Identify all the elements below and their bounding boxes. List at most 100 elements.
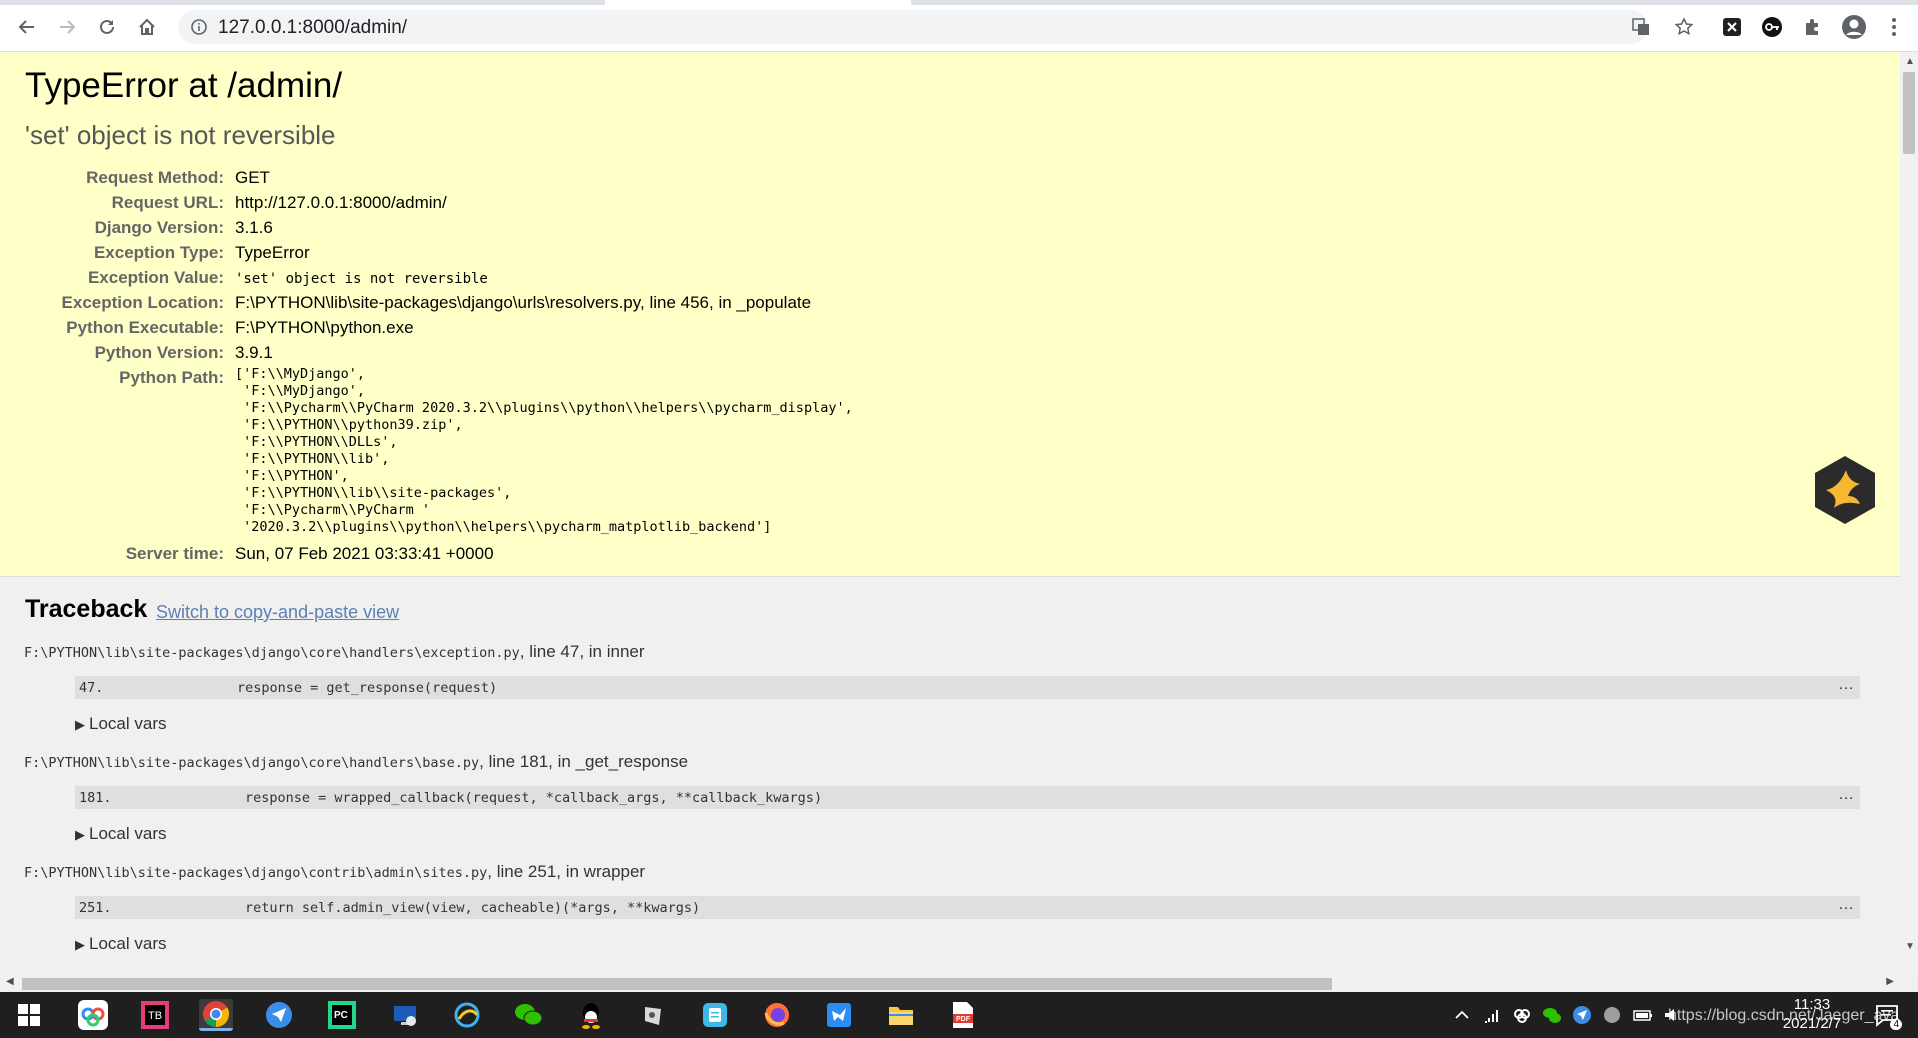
local-vars-label: Local vars bbox=[89, 824, 167, 843]
horizontal-scrollbar[interactable]: ◀ ▶ bbox=[0, 974, 1900, 992]
translate-icon[interactable] bbox=[1631, 17, 1651, 42]
app-icon[interactable] bbox=[636, 999, 670, 1031]
frame-file: F:\PYTHON\lib\site-packages\django\core\… bbox=[24, 642, 645, 662]
frame-path: F:\PYTHON\lib\site-packages\django\contr… bbox=[24, 865, 488, 881]
local-vars-toggle[interactable]: ▶ Local vars bbox=[75, 714, 166, 734]
line-number: 251. bbox=[79, 900, 112, 916]
address-bar[interactable]: 127.0.0.1:8000/admin/ bbox=[178, 10, 1651, 44]
wechat-icon[interactable] bbox=[512, 999, 546, 1031]
meta-key: Python Version: bbox=[94, 343, 224, 362]
back-icon[interactable] bbox=[13, 13, 41, 41]
extensions-puzzle-icon[interactable] bbox=[1798, 13, 1826, 41]
meta-row: Python Path: ['F:\\MyDjango', 'F:\\MyDja… bbox=[0, 366, 1000, 541]
local-vars-label: Local vars bbox=[89, 934, 167, 953]
qq-icon[interactable] bbox=[574, 999, 608, 1031]
reload-icon[interactable] bbox=[93, 13, 121, 41]
meta-key: Request URL: bbox=[111, 193, 224, 212]
wifi-icon[interactable] bbox=[1482, 1005, 1502, 1025]
meta-row: Server time: Sun, 07 Feb 2021 03:33:41 +… bbox=[0, 542, 1000, 567]
svg-text:PC: PC bbox=[334, 1010, 348, 1021]
browser-360-icon[interactable] bbox=[450, 999, 484, 1031]
switch-view-link[interactable]: Switch to copy-and-paste view bbox=[156, 602, 399, 623]
expand-context-icon[interactable]: … bbox=[1838, 896, 1854, 914]
firefox-icon[interactable] bbox=[760, 999, 794, 1031]
frame-location: , line 181, in _get_response bbox=[479, 752, 689, 771]
vertical-scrollbar[interactable]: ▲ ▼ bbox=[1900, 52, 1918, 974]
app-note-icon[interactable] bbox=[698, 999, 732, 1031]
menu-dots-icon[interactable] bbox=[1880, 13, 1908, 41]
tray-wechat-icon[interactable] bbox=[1542, 1005, 1562, 1025]
remote-desktop-icon[interactable] bbox=[388, 999, 422, 1031]
line-number: 181. bbox=[79, 790, 112, 806]
site-info-icon[interactable] bbox=[190, 18, 208, 41]
pdf-icon[interactable]: PDF bbox=[946, 999, 980, 1031]
scroll-right-icon[interactable]: ▶ bbox=[1886, 976, 1894, 987]
extension-key-icon[interactable] bbox=[1758, 13, 1786, 41]
page-title: TypeError at /admin/ bbox=[25, 66, 343, 105]
meta-value: GET bbox=[235, 168, 270, 187]
meta-key: Django Version: bbox=[94, 218, 224, 237]
context-line[interactable]: 251. return self.admin_view(view, cachea… bbox=[75, 896, 1860, 919]
scroll-up-icon[interactable]: ▲ bbox=[1905, 56, 1915, 67]
tab-strip bbox=[0, 0, 1918, 5]
frame-path: F:\PYTHON\lib\site-packages\django\core\… bbox=[24, 645, 520, 661]
meta-value: TypeError bbox=[235, 243, 310, 262]
local-vars-label: Local vars bbox=[89, 714, 167, 733]
tray-netdisk-icon[interactable] bbox=[1512, 1005, 1532, 1025]
meta-value: 'set' object is not reversible bbox=[235, 271, 488, 287]
context-line[interactable]: 181. response = wrapped_callback(request… bbox=[75, 786, 1860, 809]
bird-widget-icon[interactable] bbox=[1812, 454, 1878, 526]
tray-chevron-up-icon[interactable] bbox=[1452, 1005, 1472, 1025]
line-number: 47. bbox=[79, 680, 104, 696]
notification-center-icon[interactable]: 4 bbox=[1874, 1002, 1902, 1030]
expand-context-icon[interactable]: … bbox=[1838, 676, 1854, 694]
browser-toolbar: 127.0.0.1:8000/admin/ bbox=[0, 0, 1918, 52]
frame-location: , line 47, in inner bbox=[519, 642, 645, 661]
scroll-down-icon[interactable]: ▼ bbox=[1905, 941, 1915, 952]
notification-count: 4 bbox=[1890, 1019, 1902, 1030]
meta-row: Exception Value: 'set' object is not rev… bbox=[0, 266, 1000, 291]
triangle-right-icon: ▶ bbox=[75, 717, 85, 732]
app-bird-icon[interactable] bbox=[822, 999, 856, 1031]
meta-value: 3.1.6 bbox=[235, 218, 273, 237]
tray-app-icon[interactable] bbox=[1602, 1005, 1622, 1025]
expand-context-icon[interactable]: … bbox=[1838, 786, 1854, 804]
meta-row: Exception Location: F:\PYTHON\lib\site-p… bbox=[0, 291, 1000, 316]
tray-feishu-icon[interactable] bbox=[1572, 1005, 1592, 1025]
meta-row: Request Method: GET bbox=[0, 166, 1000, 191]
clock-time: 11:33 bbox=[1793, 996, 1831, 1013]
meta-row: Django Version: 3.1.6 bbox=[0, 216, 1000, 241]
home-icon[interactable] bbox=[133, 13, 161, 41]
feishu-icon[interactable] bbox=[262, 999, 296, 1031]
active-tab[interactable] bbox=[605, 0, 911, 5]
windows-start-icon[interactable] bbox=[12, 999, 46, 1031]
jetbrains-toolbox-icon[interactable]: TB bbox=[138, 999, 172, 1031]
scrollbar-thumb[interactable] bbox=[1903, 72, 1915, 154]
context-line[interactable]: 47. response = get_response(request) … bbox=[75, 676, 1860, 699]
scroll-left-icon[interactable]: ◀ bbox=[6, 976, 14, 987]
frame-file: F:\PYTHON\lib\site-packages\django\contr… bbox=[24, 862, 645, 882]
chrome-icon[interactable] bbox=[199, 999, 233, 1031]
meta-row: Python Executable: F:\PYTHON\python.exe bbox=[0, 316, 1000, 341]
meta-key: Request Method: bbox=[86, 168, 224, 187]
profile-icon[interactable] bbox=[1840, 13, 1868, 41]
local-vars-toggle[interactable]: ▶ Local vars bbox=[75, 824, 166, 844]
battery-icon[interactable] bbox=[1632, 1005, 1652, 1025]
bookmark-star-icon[interactable] bbox=[1670, 13, 1698, 41]
scrollbar-thumb[interactable] bbox=[22, 978, 1332, 990]
meta-row: Request URL: http://127.0.0.1:8000/admin… bbox=[0, 191, 1000, 216]
svg-text:TB: TB bbox=[148, 1010, 162, 1022]
extension-x-icon[interactable] bbox=[1718, 13, 1746, 41]
meta-row: Exception Type: TypeError bbox=[0, 241, 1000, 266]
meta-key: Python Executable: bbox=[66, 318, 224, 337]
meta-key: Python Path: bbox=[119, 368, 224, 387]
url-text[interactable]: 127.0.0.1:8000/admin/ bbox=[218, 17, 407, 39]
frame-path: F:\PYTHON\lib\site-packages\django\core\… bbox=[24, 755, 480, 771]
pycharm-icon[interactable]: PC bbox=[325, 999, 359, 1031]
file-explorer-icon[interactable] bbox=[884, 999, 918, 1031]
app-baidu-netdisk-icon[interactable] bbox=[76, 999, 110, 1031]
forward-icon[interactable] bbox=[53, 13, 81, 41]
meta-value: http://127.0.0.1:8000/admin/ bbox=[235, 193, 447, 212]
local-vars-toggle[interactable]: ▶ Local vars bbox=[75, 934, 166, 954]
system-clock[interactable]: 11:33 2021/2/7 bbox=[1752, 995, 1872, 1033]
